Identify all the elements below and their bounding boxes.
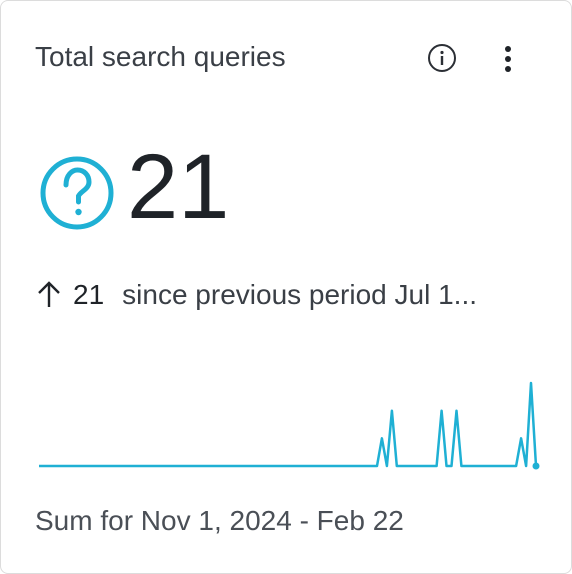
metric-value: 21	[127, 136, 230, 238]
question-mark-curve	[63, 167, 92, 205]
date-range-footer: Sum for Nov 1, 2024 - Feb 22	[35, 505, 404, 536]
card-title: Total search queries	[35, 41, 286, 72]
info-icon-dot	[440, 50, 444, 55]
more-dot-bottom	[505, 66, 511, 72]
sparkline-chart	[39, 381, 540, 470]
delta-description: since previous period Jul 1...	[122, 279, 478, 310]
arrow-up-icon	[38, 281, 60, 307]
question-mark-dot	[75, 208, 82, 216]
delta-row: 21 since previous period Jul 1...	[35, 279, 477, 311]
sparkline-series-line	[39, 381, 538, 468]
more-dot-top	[505, 46, 511, 52]
question-circle-icon	[40, 156, 114, 230]
search-queries-card: Total search queries 21 21 since previou…	[0, 0, 572, 574]
more-dot-middle	[505, 56, 511, 62]
more-vertical-icon[interactable]	[495, 43, 521, 75]
info-icon-stem	[440, 56, 444, 65]
info-icon[interactable]	[427, 43, 457, 73]
delta-value: 21	[73, 279, 105, 310]
sparkline-point	[532, 462, 540, 470]
